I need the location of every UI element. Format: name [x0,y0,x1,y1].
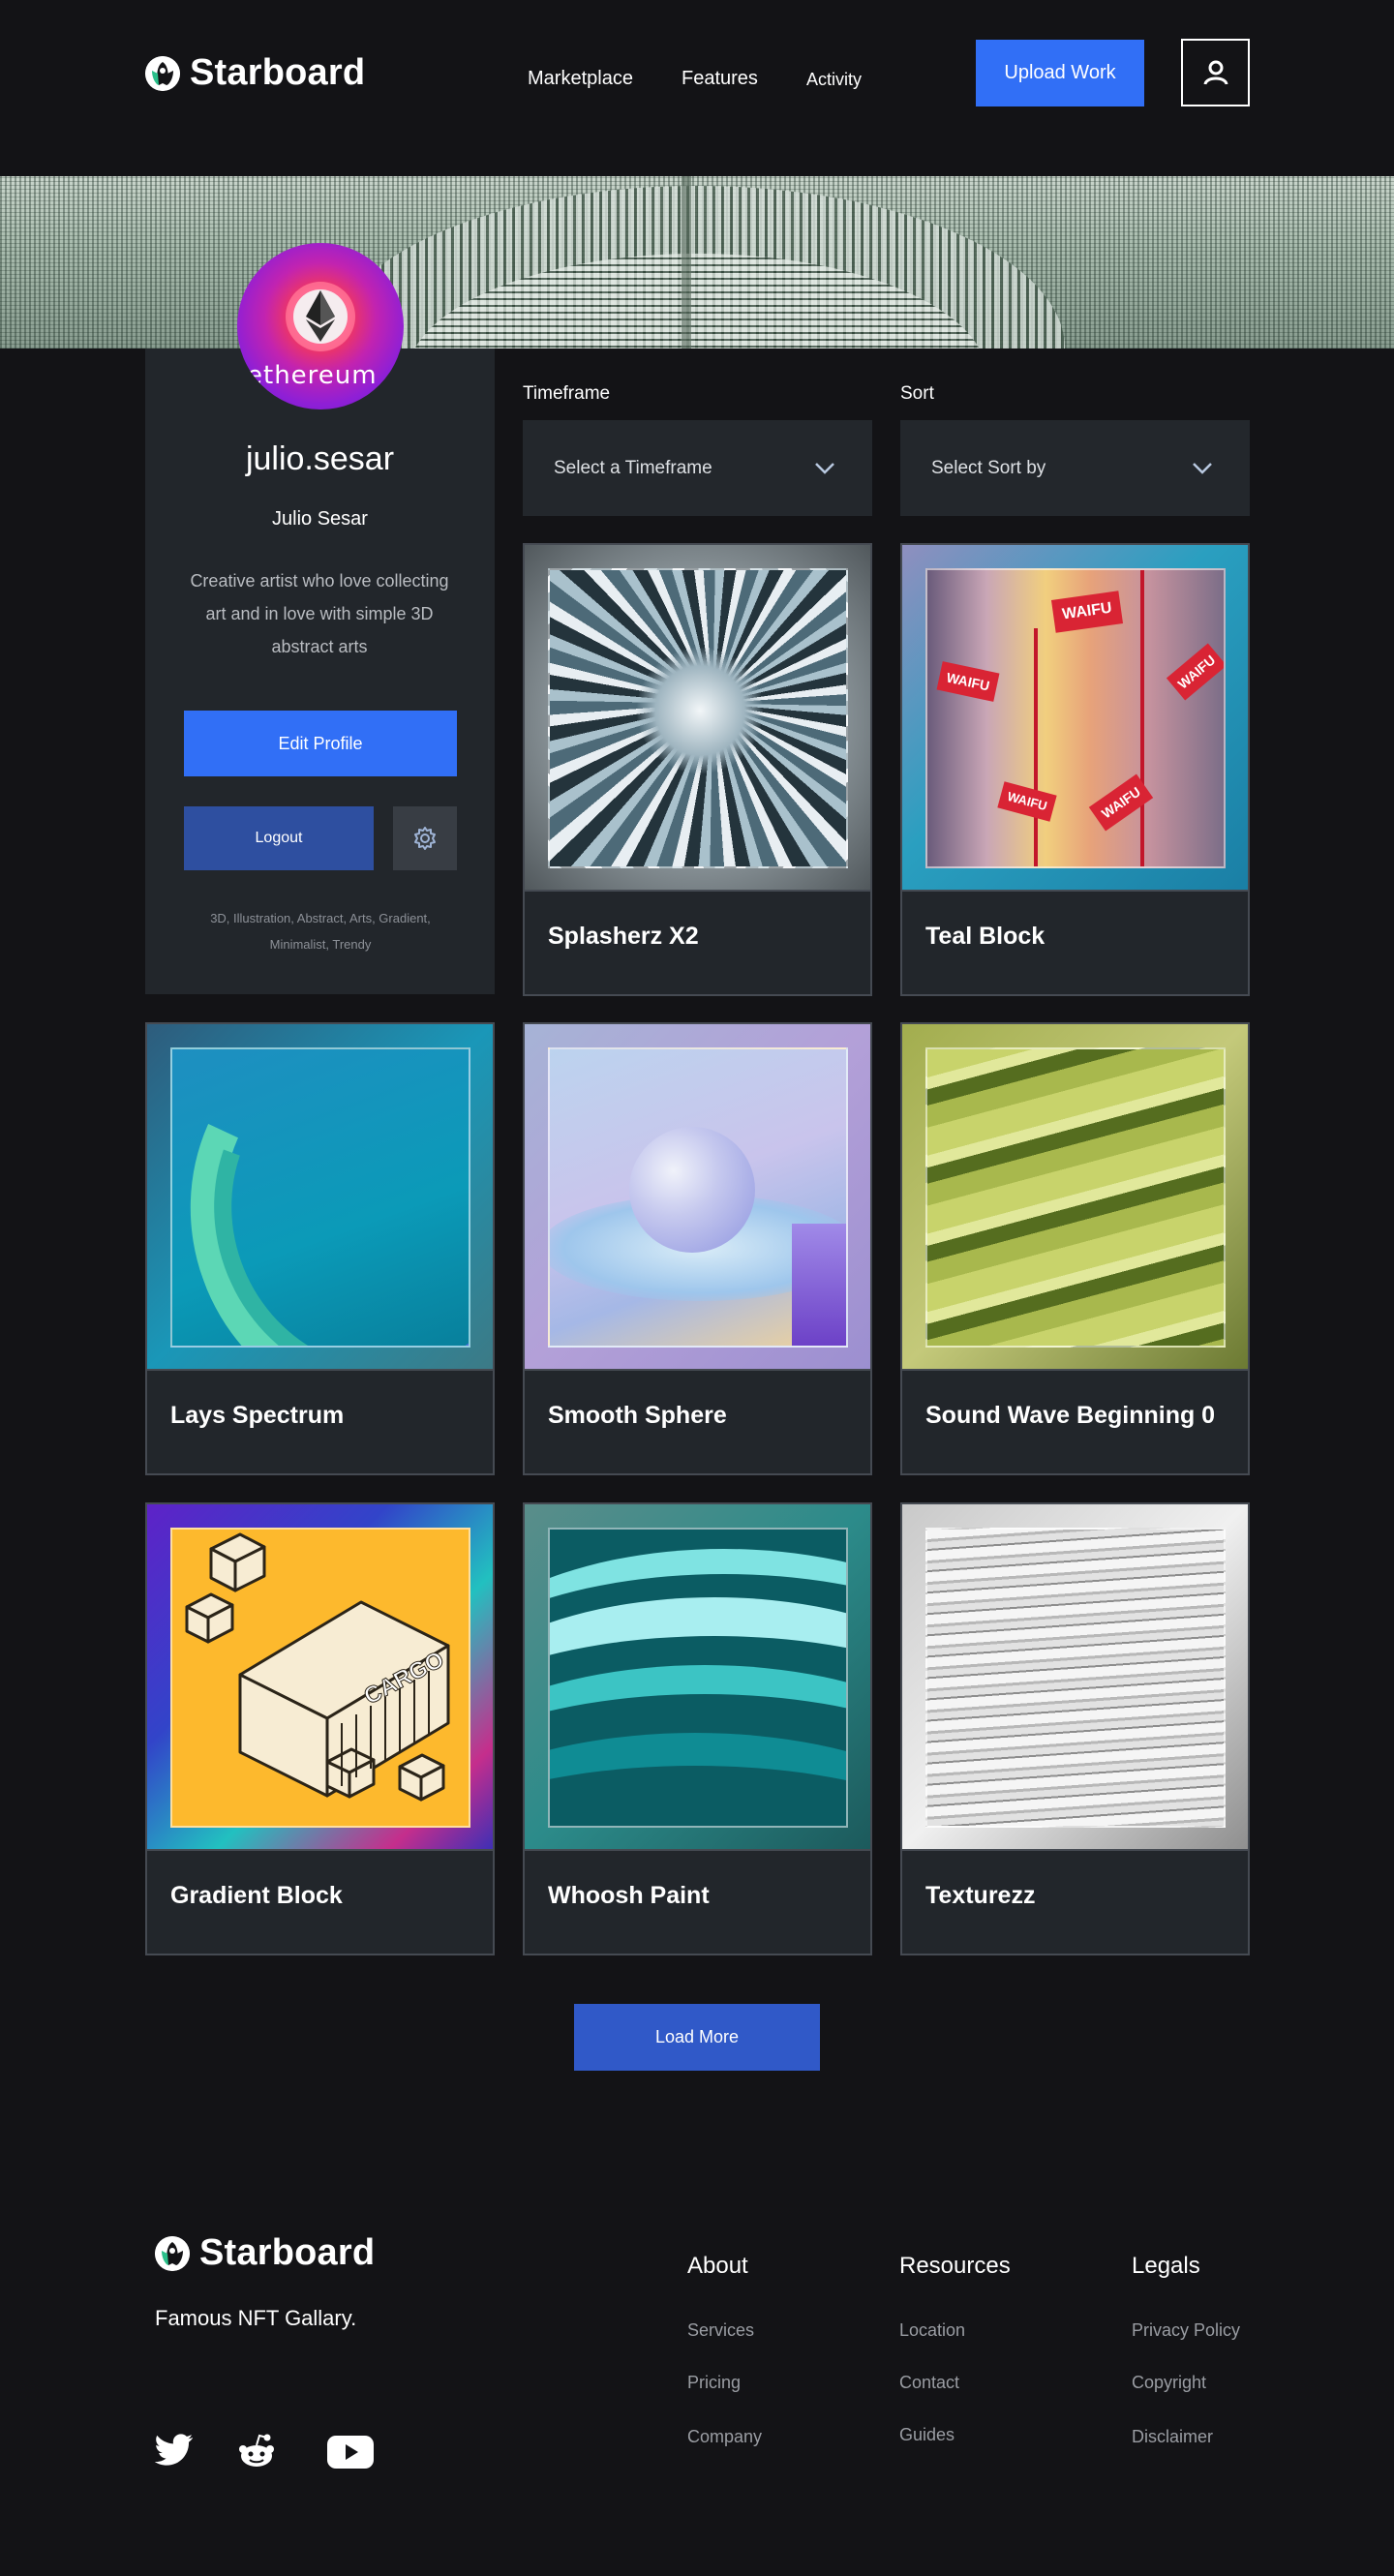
artwork-card[interactable]: Splasherz X2 [523,543,872,996]
footer-link-contact[interactable]: Contact [899,2373,959,2393]
waifu-badge: WAIFU [997,781,1057,822]
footer-about-title: About [687,2253,748,2279]
artwork-title: Gradient Block [170,1882,343,1909]
artwork-card[interactable]: Texturezz [900,1502,1250,1955]
twitter-link[interactable] [154,2434,194,2471]
user-icon [1203,60,1227,85]
artwork-title: Texturezz [925,1882,1036,1909]
settings-button[interactable] [393,806,457,870]
footer-link-disclaimer[interactable]: Disclaimer [1132,2427,1213,2447]
starboard-logo-icon [155,2235,190,2271]
starboard-logo-icon [145,55,180,91]
artwork-title: Lays Spectrum [170,1402,345,1429]
footer-brand-link[interactable]: Starboard [155,2232,375,2274]
artwork-card[interactable]: Smooth Sphere [523,1022,872,1475]
site-header: Starboard Marketplace Features Activity … [0,0,1394,176]
footer-link-privacy-policy[interactable]: Privacy Policy [1132,2320,1240,2341]
reddit-link[interactable] [237,2434,276,2473]
youtube-link[interactable] [327,2436,374,2473]
artwork-card[interactable]: Lays Spectrum [145,1022,495,1475]
artwork-image [902,1024,1248,1371]
footer-link-copyright[interactable]: Copyright [1132,2373,1206,2393]
profile-avatar: ethereum [237,243,404,409]
profile-username: julio.sesar [245,440,395,477]
footer-link-location[interactable]: Location [899,2320,965,2341]
footer-legals-title: Legals [1132,2253,1200,2279]
artwork-card[interactable]: Sound Wave Beginning 0 [900,1022,1250,1475]
chevron-down-icon [1193,462,1212,474]
upload-work-button[interactable]: Upload Work [976,40,1144,106]
nav-activity[interactable]: Activity [806,70,862,90]
artwork-title: Sound Wave Beginning 0 [925,1402,1216,1429]
profile-banner [0,176,1394,349]
sort-label: Sort [900,383,934,404]
artwork-image [525,545,870,892]
footer-resources-title: Resources [899,2253,1011,2279]
gear-icon [414,827,436,850]
nav-features[interactable]: Features [682,68,758,90]
user-account-button[interactable] [1181,39,1250,106]
artwork-image [525,1024,870,1371]
sort-value: Select Sort by [931,457,1046,478]
artwork-title: Splasherz X2 [548,923,699,950]
nav-marketplace[interactable]: Marketplace [528,68,633,90]
profile-full-name: Julio Sesar [272,508,368,530]
artwork-card[interactable]: WAIFU WAIFU WAIFU WAIFU WAIFU Teal Block [900,543,1250,996]
chevron-down-icon [815,462,834,474]
footer-link-guides[interactable]: Guides [899,2425,955,2445]
brand-logo-link[interactable]: Starboard [145,52,365,94]
reddit-icon [239,2434,274,2467]
edit-profile-button[interactable]: Edit Profile [184,711,457,776]
artwork-image: WAIFU WAIFU WAIFU WAIFU WAIFU [902,545,1248,892]
artwork-image: CARGO [147,1504,493,1851]
artwork-title: Teal Block [925,923,1046,950]
load-more-button[interactable]: Load More [574,2004,820,2071]
footer-link-pricing[interactable]: Pricing [687,2373,741,2393]
artwork-card[interactable]: Whoosh Paint [523,1502,872,1955]
profile-bio: Creative artist who love collecting art … [190,571,449,656]
artwork-image [902,1504,1248,1851]
artwork-title: Whoosh Paint [548,1882,710,1909]
avatar-text: ethereum [247,361,378,390]
profile-tags: 3D, Illustration, Abstract, Arts, Gradie… [210,911,431,952]
footer-brand-name: Starboard [199,2232,376,2273]
footer-link-company[interactable]: Company [687,2427,762,2447]
artwork-title: Smooth Sphere [548,1402,727,1429]
artwork-card[interactable]: CARGO Gradient Block [145,1502,495,1955]
footer-tagline: Famous NFT Gallary. [155,2306,357,2330]
footer-link-services[interactable]: Services [687,2320,754,2341]
timeframe-select[interactable]: Select a Timeframe [523,420,872,516]
artwork-image [147,1024,493,1371]
sort-select[interactable]: Select Sort by [900,420,1250,516]
waifu-badge: WAIFU [1050,591,1124,633]
ethereum-icon [286,282,355,351]
timeframe-label: Timeframe [523,383,611,404]
logout-button[interactable]: Logout [184,806,374,870]
twitter-icon [154,2434,193,2466]
artwork-image [525,1504,870,1851]
waifu-badge: WAIFU [1166,643,1224,701]
timeframe-value: Select a Timeframe [554,457,712,478]
brand-name: Starboard [190,52,366,93]
waifu-badge: WAIFU [936,661,1000,702]
youtube-icon [327,2436,374,2469]
